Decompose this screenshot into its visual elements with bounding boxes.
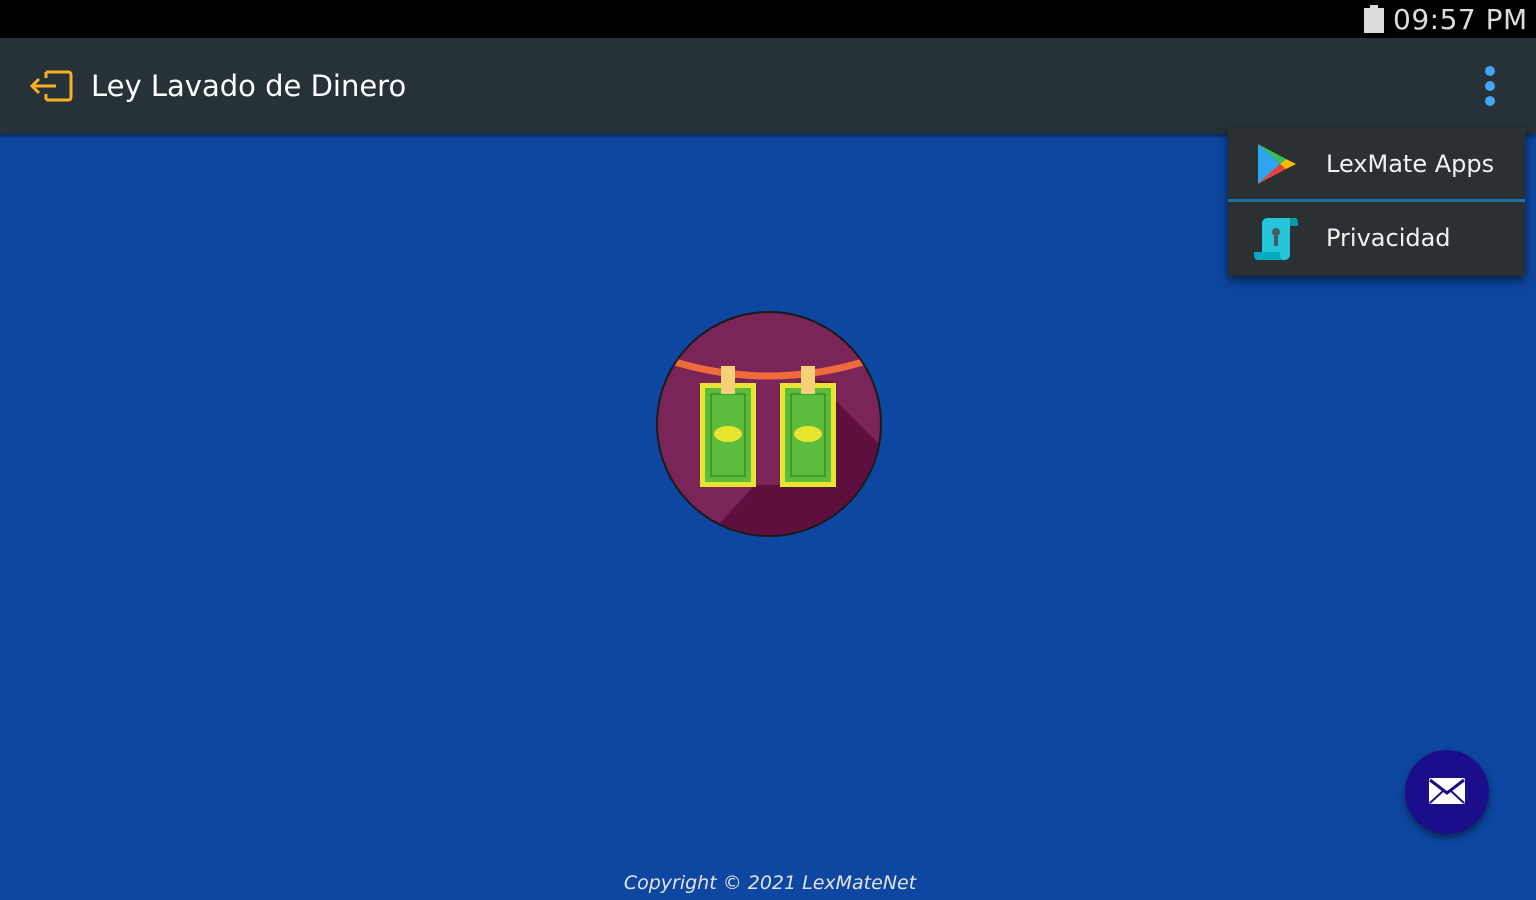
email-icon bbox=[1429, 778, 1465, 804]
scroll-document-icon bbox=[1254, 218, 1298, 260]
email-fab-button[interactable] bbox=[1405, 750, 1489, 834]
menu-item-label: LexMate Apps bbox=[1326, 150, 1495, 178]
overflow-dot bbox=[1485, 81, 1495, 91]
more-vert-icon[interactable] bbox=[1472, 62, 1508, 110]
app-screen: 09:57 PM Ley Lavado de Dinero LexMate Ap… bbox=[0, 0, 1536, 900]
app-bar: Ley Lavado de Dinero bbox=[0, 38, 1536, 134]
exit-icon[interactable] bbox=[28, 66, 74, 106]
overflow-dot bbox=[1485, 66, 1495, 76]
status-time: 09:57 PM bbox=[1393, 3, 1528, 36]
copyright-text: Copyright © 2021 LexMateNet bbox=[623, 872, 917, 894]
overflow-dot bbox=[1485, 96, 1495, 106]
money-laundering-logo-icon bbox=[656, 311, 882, 537]
status-bar: 09:57 PM bbox=[0, 0, 1536, 38]
battery-full-icon bbox=[1364, 5, 1384, 33]
overflow-menu: LexMate Apps Privacidad bbox=[1228, 128, 1525, 276]
menu-item-lexmate-apps[interactable]: LexMate Apps bbox=[1228, 128, 1525, 200]
app-title: Ley Lavado de Dinero bbox=[91, 69, 407, 103]
menu-item-privacidad[interactable]: Privacidad bbox=[1228, 202, 1525, 274]
menu-item-label: Privacidad bbox=[1326, 224, 1451, 252]
google-play-icon bbox=[1258, 144, 1296, 184]
